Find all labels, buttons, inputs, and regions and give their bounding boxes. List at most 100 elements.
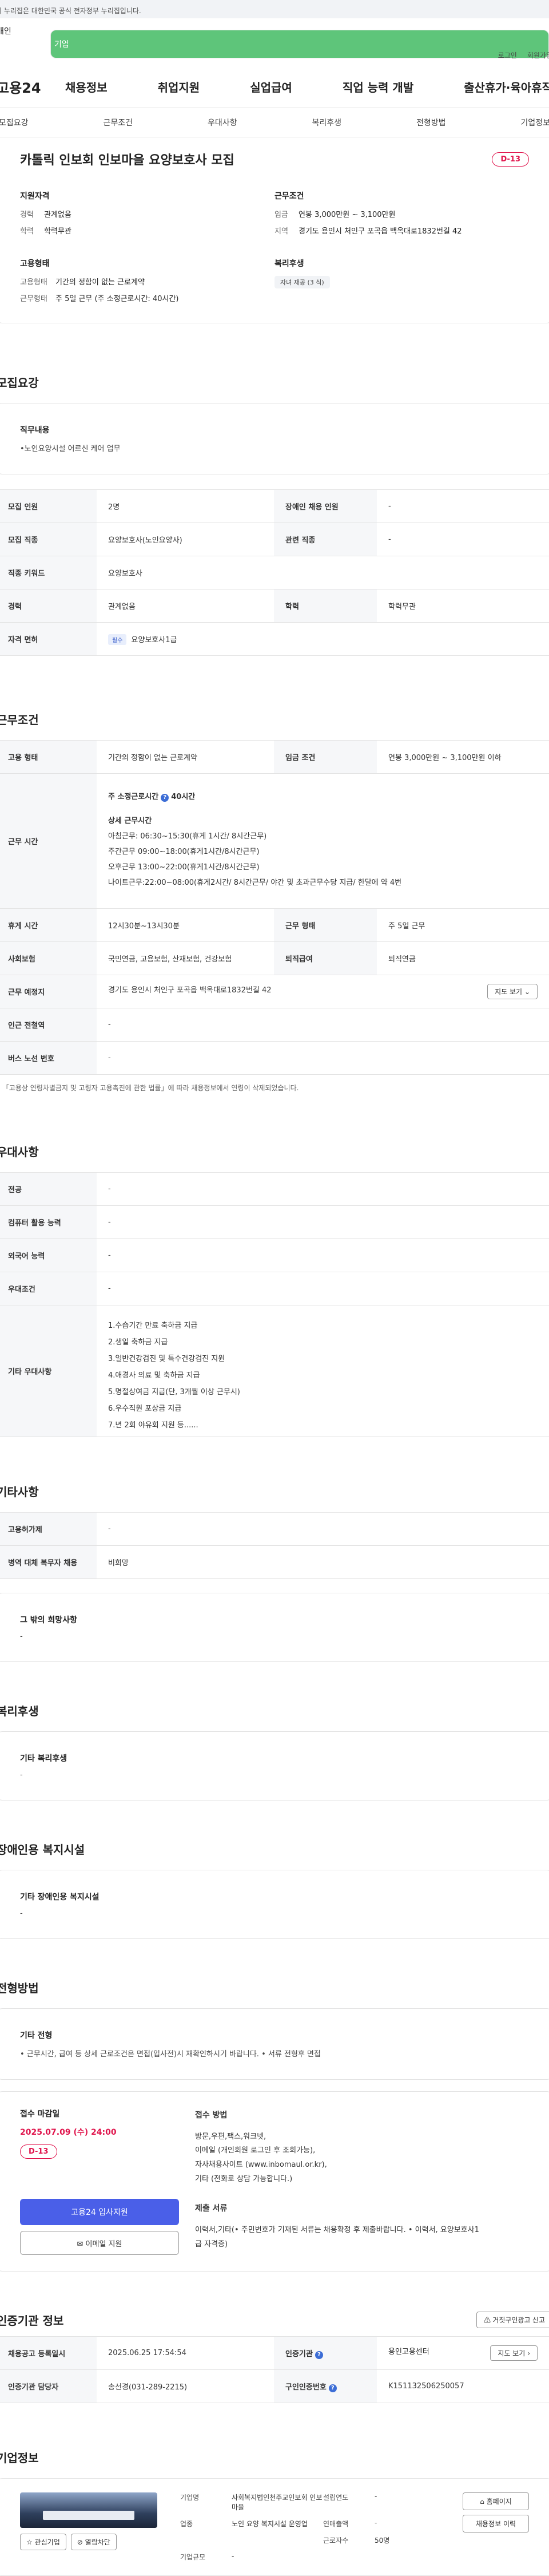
table-row: 전공 -: [0, 1172, 549, 1206]
help-icon[interactable]: ?: [328, 2384, 337, 2392]
tab-welfare[interactable]: 복리후생: [312, 117, 341, 128]
report-fake-ad-button[interactable]: ⚠ 거짓구인광고 신고: [476, 2312, 549, 2328]
apply-dday-badge: D-13: [20, 2144, 57, 2159]
table-row: 직종 키워드 요양보호사: [0, 556, 549, 589]
detail-hours-title: 상세 근무시간: [108, 817, 152, 825]
cell-value: -: [97, 1008, 549, 1042]
cell-value: 연봉 3,000만원 ~ 3,100만원 이하: [377, 740, 549, 774]
prefer-line: 6.우수직원 포상금 지급: [108, 1404, 182, 1413]
welfare-box-title: 기타 복리후생: [20, 1754, 67, 1763]
table-row: 경력 관계없음 학력 학력무관: [0, 589, 549, 623]
tab-recruit[interactable]: 모집요강: [0, 117, 29, 128]
cell-label: 병역 대체 복무자 채용: [0, 1545, 97, 1579]
email-apply-button[interactable]: ✉ 이메일 지원: [20, 2231, 179, 2255]
tab-process[interactable]: 전형방법: [416, 117, 446, 128]
process-box-title: 기타 전형: [20, 2031, 53, 2040]
cell-value: 학력무관: [377, 589, 549, 623]
signup-link[interactable]: 회원가입: [527, 50, 549, 60]
other-table: 고용허가제 - 병역 대체 복무자 채용 비희망: [0, 1512, 549, 1579]
cell-value: 요양보호사: [97, 556, 549, 589]
apply-button[interactable]: 고용24 입사지원: [20, 2199, 179, 2225]
field-value: 노인 요양 복지시설 운영업: [232, 2520, 308, 2528]
cell-value: -: [97, 1041, 549, 1075]
prefer-line: 1.수습기간 만료 축하금 지급: [108, 1321, 198, 1330]
table-row: 휴게 시간 12시30분~13시30분 근무 형태 주 5일 근무: [0, 908, 549, 942]
star-icon: ☆: [26, 2538, 33, 2546]
prefer-table: 전공 - 컴퓨터 활용 능력 - 외국어 능력 - 우대조건 - 기타 우대사항 1.수…: [0, 1172, 549, 1437]
tab-company[interactable]: 기업: [50, 30, 549, 58]
summary-label: 지역: [274, 227, 288, 236]
cell-value: 2명: [97, 489, 274, 523]
job-history-button[interactable]: 채용정보 이력: [463, 2515, 529, 2533]
tab-personal[interactable]: 개인: [0, 18, 54, 43]
work-time-cell: 주 소정근로시간? 40시간 상세 근무시간 아침근무: 06:30~15:30(…: [97, 773, 549, 909]
block-company-button[interactable]: ⊘ 열람차단: [70, 2534, 117, 2550]
prefer-etc-cell: 1.수습기간 만료 축하금 지급 2.생일 축하금 지급 3.일반건강검진 및 …: [97, 1305, 549, 1437]
weekly-hours: 주 소정근로시간? 40시간: [108, 790, 538, 802]
help-icon[interactable]: ?: [315, 2351, 323, 2359]
cell-label: 근무 예정지: [0, 975, 97, 1008]
field-label: 연매출액: [323, 2520, 349, 2528]
cell-label: 근무 시간: [0, 773, 97, 909]
help-icon[interactable]: ?: [161, 794, 169, 802]
cell-value: 주 5일 근무: [377, 908, 549, 942]
cell-label: 학력: [274, 589, 377, 623]
cell-label: 인증기관 담당자: [0, 2369, 97, 2403]
method-line: 자사채용사이트 (www.inbomaul.or.kr),: [195, 2160, 327, 2169]
table-row: 인증기관 담당자 송선경(031-289-2215) 구인인증번호? K1511325…: [0, 2369, 549, 2403]
cell-label: 임금 조건: [274, 740, 377, 774]
duty-text: •노인요양시설 어르신 케어 업무: [20, 445, 121, 453]
gnb-item-parental-leave[interactable]: 출산휴가·육아휴직: [464, 78, 549, 95]
gnb-item-jobs[interactable]: 채용정보: [65, 78, 108, 95]
tab-preference[interactable]: 우대사항: [208, 117, 237, 128]
work-section-title: 근무조건: [0, 713, 39, 727]
cell-value: -: [377, 489, 549, 523]
site-logo[interactable]: 고용24: [0, 77, 65, 97]
field-value: 50명: [375, 2537, 390, 2545]
home-icon: ⌂: [480, 2498, 484, 2506]
agency-cell: 용인고용센터 지도 보기 ›: [377, 2336, 549, 2370]
agency-map-button[interactable]: 지도 보기 ›: [490, 2345, 538, 2361]
tab-work-conditions[interactable]: 근무조건: [103, 117, 133, 128]
wish-value: -: [20, 1632, 23, 1641]
favorite-company-button[interactable]: ☆ 관심기업: [20, 2534, 66, 2550]
cell-label: 인근 전철역: [0, 1008, 97, 1042]
facility-box: 기타 장애인용 복지시설 -: [0, 1870, 549, 1939]
cell-label: 인증기관?: [274, 2336, 377, 2370]
cell-value: 관계없음: [97, 589, 274, 623]
gnb-item-unemployment[interactable]: 실업급여: [250, 78, 292, 95]
table-row: 채용공고 등록일시 2025.06.25 17:54:54 인증기관? 용인고용센터 지…: [0, 2336, 549, 2370]
table-row: 외국어 능력 -: [0, 1238, 549, 1272]
cell-label: 컴퓨터 활용 능력: [0, 1205, 97, 1239]
recruit-section-title: 모집요강: [0, 376, 39, 390]
cell-label: 경력: [0, 589, 97, 623]
gnb-item-training[interactable]: 직업 능력 개발: [343, 78, 413, 95]
age-note: * 「고용상 연령차별금지 및 고령자 고용촉진에 관한 법률」에 따라 채용정…: [0, 1084, 299, 1092]
cell-label: 직종 키워드: [0, 556, 97, 589]
cell-value: 퇴직연금: [377, 941, 549, 975]
method-line: 기타 (전화로 상담 가능합니다.): [195, 2174, 293, 2183]
summary-value: 연봉 3,000만원 ~ 3,100만원: [299, 211, 396, 219]
homepage-button[interactable]: ⌂ 홈페이지: [463, 2492, 529, 2510]
chevron-down-icon: ⌄: [524, 988, 530, 996]
summary-value: 관계없음: [44, 211, 71, 219]
gnb-item-support[interactable]: 취업지원: [158, 78, 200, 95]
detail-hours-line: 아침근무: 06:30~15:30(휴게 1시간/ 8시간근무): [108, 832, 267, 841]
cell-value: 비희망: [97, 1545, 549, 1579]
field-label: 근로자수: [323, 2537, 349, 2545]
login-link[interactable]: 로그인: [498, 50, 517, 60]
cell-label: 전공: [0, 1172, 97, 1206]
facility-box-value: -: [20, 1909, 23, 1918]
cell-value: 2025.06.25 17:54:54: [97, 2336, 274, 2370]
summary-label: 고용형태: [20, 278, 47, 287]
cell-value: 12시30분~13시30분: [97, 908, 274, 942]
cell-value: 요양보호사(노인요양사): [97, 523, 274, 556]
summary-conditions: 근무조건 임금 연봉 3,000만원 ~ 3,100만원 지역 경기도 용인시 처인…: [274, 190, 529, 242]
summary-welfare-title: 복리후생: [274, 259, 304, 268]
license-value: 요양보호사1급: [131, 635, 177, 644]
table-row: 컴퓨터 활용 능력 -: [0, 1205, 549, 1239]
cert-no-label: 구인인증번호: [285, 2383, 327, 2392]
tab-company-info[interactable]: 기업정보: [520, 117, 549, 128]
map-button[interactable]: 지도 보기 ⌄: [487, 984, 538, 999]
map-button-label: 지도 보기: [495, 988, 523, 996]
